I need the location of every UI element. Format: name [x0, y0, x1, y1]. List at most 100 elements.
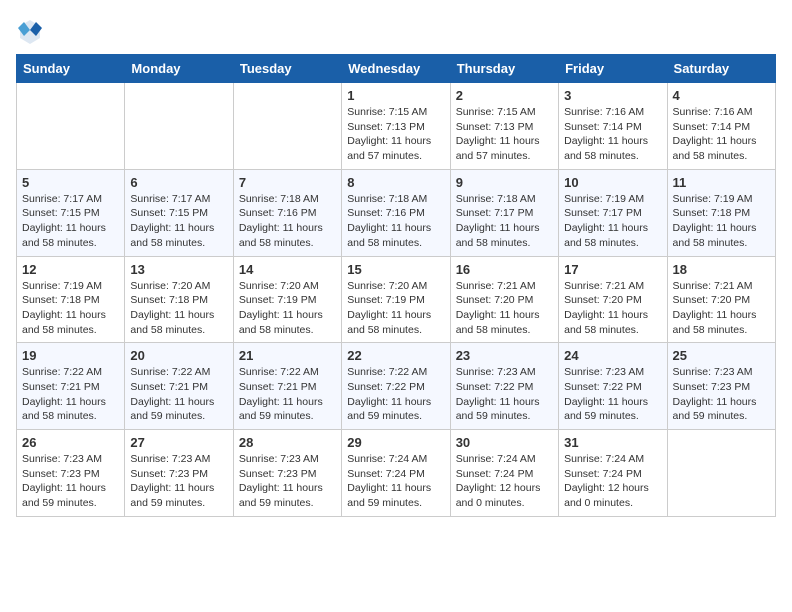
calendar-cell: 14Sunrise: 7:20 AM Sunset: 7:19 PM Dayli…: [233, 256, 341, 343]
calendar-cell: 1 Sunrise: 7:15 AM Sunset: 7:13 PM Daylig…: [342, 83, 450, 170]
calendar-cell: 15 Sunrise: 7:20 AM Sunset: 7:19 PM Dayli…: [342, 256, 450, 343]
calendar-week-1: 1 Sunrise: 7:15 AM Sunset: 7:13 PM Daylig…: [17, 83, 776, 170]
day-number: 24: [564, 348, 661, 363]
calendar-cell: 26 Sunrise: 7:23 AM Sunset: 7:23 PM Dayli…: [17, 430, 125, 517]
day-number: 18: [673, 262, 770, 277]
day-number: 20: [130, 348, 227, 363]
calendar-cell: 17 Sunrise: 7:21 AM Sunset: 7:20 PM Dayli…: [559, 256, 667, 343]
calendar-cell: 22Sunrise: 7:22 AM Sunset: 7:22 PM Dayli…: [342, 343, 450, 430]
day-number: 12: [22, 262, 119, 277]
calendar-cell: 5 Sunrise: 7:17 AM Sunset: 7:15 PM Daylig…: [17, 169, 125, 256]
day-info: Sunrise: 7:16 AM Sunset: 7:14 PM Dayligh…: [564, 105, 661, 164]
day-number: 27: [130, 435, 227, 450]
day-info: Sunrise: 7:20 AM Sunset: 7:18 PM Dayligh…: [130, 279, 227, 338]
day-info: Sunrise: 7:23 AM Sunset: 7:22 PM Dayligh…: [456, 365, 553, 424]
day-info: Sunrise: 7:21 AM Sunset: 7:20 PM Dayligh…: [456, 279, 553, 338]
day-info: Sunrise: 7:18 AM Sunset: 7:16 PM Dayligh…: [239, 192, 336, 251]
calendar-cell: 6Sunrise: 7:17 AM Sunset: 7:15 PM Daylig…: [125, 169, 233, 256]
weekday-header-thursday: Thursday: [450, 55, 558, 83]
day-number: 13: [130, 262, 227, 277]
day-info: Sunrise: 7:21 AM Sunset: 7:20 PM Dayligh…: [673, 279, 770, 338]
day-number: 26: [22, 435, 119, 450]
day-info: Sunrise: 7:23 AM Sunset: 7:23 PM Dayligh…: [673, 365, 770, 424]
calendar-cell: 4 Sunrise: 7:16 AM Sunset: 7:14 PM Daylig…: [667, 83, 775, 170]
day-info: Sunrise: 7:22 AM Sunset: 7:21 PM Dayligh…: [239, 365, 336, 424]
day-number: 21: [239, 348, 336, 363]
day-number: 3: [564, 88, 661, 103]
day-info: Sunrise: 7:18 AM Sunset: 7:16 PM Dayligh…: [347, 192, 444, 251]
day-info: Sunrise: 7:19 AM Sunset: 7:17 PM Dayligh…: [564, 192, 661, 251]
day-number: 22: [347, 348, 444, 363]
day-number: 7: [239, 175, 336, 190]
calendar-cell: 31Sunrise: 7:24 AM Sunset: 7:24 PM Dayli…: [559, 430, 667, 517]
day-info: Sunrise: 7:16 AM Sunset: 7:14 PM Dayligh…: [673, 105, 770, 164]
calendar-week-5: 26 Sunrise: 7:23 AM Sunset: 7:23 PM Dayli…: [17, 430, 776, 517]
calendar-header-row: SundayMondayTuesdayWednesdayThursdayFrid…: [17, 55, 776, 83]
weekday-header-saturday: Saturday: [667, 55, 775, 83]
calendar-cell: 28 Sunrise: 7:23 AM Sunset: 7:23 PM Dayli…: [233, 430, 341, 517]
day-info: Sunrise: 7:23 AM Sunset: 7:23 PM Dayligh…: [22, 452, 119, 511]
day-number: 17: [564, 262, 661, 277]
day-number: 19: [22, 348, 119, 363]
day-info: Sunrise: 7:19 AM Sunset: 7:18 PM Dayligh…: [22, 279, 119, 338]
day-info: Sunrise: 7:20 AM Sunset: 7:19 PM Dayligh…: [347, 279, 444, 338]
calendar-cell: 16 Sunrise: 7:21 AM Sunset: 7:20 PM Dayli…: [450, 256, 558, 343]
page-header: [16, 16, 776, 44]
logo: [16, 16, 48, 44]
calendar-cell: 3 Sunrise: 7:16 AM Sunset: 7:14 PM Daylig…: [559, 83, 667, 170]
calendar-cell: 21 Sunrise: 7:22 AM Sunset: 7:21 PM Dayli…: [233, 343, 341, 430]
day-number: 1: [347, 88, 444, 103]
weekday-header-wednesday: Wednesday: [342, 55, 450, 83]
day-info: Sunrise: 7:24 AM Sunset: 7:24 PM Dayligh…: [456, 452, 553, 511]
day-info: Sunrise: 7:21 AM Sunset: 7:20 PM Dayligh…: [564, 279, 661, 338]
calendar-cell: 23 Sunrise: 7:23 AM Sunset: 7:22 PM Dayli…: [450, 343, 558, 430]
calendar-cell: [125, 83, 233, 170]
day-number: 28: [239, 435, 336, 450]
calendar-cell: [17, 83, 125, 170]
day-number: 4: [673, 88, 770, 103]
calendar-cell: 18 Sunrise: 7:21 AM Sunset: 7:20 PM Dayli…: [667, 256, 775, 343]
calendar-cell: 7 Sunrise: 7:18 AM Sunset: 7:16 PM Daylig…: [233, 169, 341, 256]
day-number: 8: [347, 175, 444, 190]
day-info: Sunrise: 7:15 AM Sunset: 7:13 PM Dayligh…: [456, 105, 553, 164]
calendar-cell: 19Sunrise: 7:22 AM Sunset: 7:21 PM Dayli…: [17, 343, 125, 430]
day-number: 23: [456, 348, 553, 363]
day-info: Sunrise: 7:15 AM Sunset: 7:13 PM Dayligh…: [347, 105, 444, 164]
calendar-cell: 12 Sunrise: 7:19 AM Sunset: 7:18 PM Dayli…: [17, 256, 125, 343]
calendar-cell: 27Sunrise: 7:23 AM Sunset: 7:23 PM Dayli…: [125, 430, 233, 517]
calendar-cell: [233, 83, 341, 170]
day-number: 11: [673, 175, 770, 190]
day-info: Sunrise: 7:19 AM Sunset: 7:18 PM Dayligh…: [673, 192, 770, 251]
calendar-week-3: 12 Sunrise: 7:19 AM Sunset: 7:18 PM Dayli…: [17, 256, 776, 343]
day-number: 31: [564, 435, 661, 450]
day-info: Sunrise: 7:17 AM Sunset: 7:15 PM Dayligh…: [130, 192, 227, 251]
day-info: Sunrise: 7:18 AM Sunset: 7:17 PM Dayligh…: [456, 192, 553, 251]
day-number: 15: [347, 262, 444, 277]
logo-icon: [16, 16, 44, 44]
day-info: Sunrise: 7:23 AM Sunset: 7:22 PM Dayligh…: [564, 365, 661, 424]
day-number: 16: [456, 262, 553, 277]
calendar-cell: 30Sunrise: 7:24 AM Sunset: 7:24 PM Dayli…: [450, 430, 558, 517]
weekday-header-monday: Monday: [125, 55, 233, 83]
calendar-cell: [667, 430, 775, 517]
weekday-header-sunday: Sunday: [17, 55, 125, 83]
calendar-cell: 24 Sunrise: 7:23 AM Sunset: 7:22 PM Dayli…: [559, 343, 667, 430]
calendar-cell: 25Sunrise: 7:23 AM Sunset: 7:23 PM Dayli…: [667, 343, 775, 430]
calendar-cell: 20 Sunrise: 7:22 AM Sunset: 7:21 PM Dayli…: [125, 343, 233, 430]
day-number: 14: [239, 262, 336, 277]
calendar-week-4: 19 Sunrise: 7:22 AM Sunset: 7:21 PM Dayli…: [17, 343, 776, 430]
day-number: 29: [347, 435, 444, 450]
calendar-cell: 11 Sunrise: 7:19 AM Sunset: 7:18 PM Dayli…: [667, 169, 775, 256]
day-number: 5: [22, 175, 119, 190]
day-info: Sunrise: 7:17 AM Sunset: 7:15 PM Dayligh…: [22, 192, 119, 251]
calendar-cell: 2Sunrise: 7:15 AM Sunset: 7:13 PM Daylig…: [450, 83, 558, 170]
weekday-header-friday: Friday: [559, 55, 667, 83]
calendar-cell: 9 Sunrise: 7:18 AM Sunset: 7:17 PM Daylig…: [450, 169, 558, 256]
day-info: Sunrise: 7:23 AM Sunset: 7:23 PM Dayligh…: [239, 452, 336, 511]
weekday-header-tuesday: Tuesday: [233, 55, 341, 83]
day-number: 9: [456, 175, 553, 190]
day-number: 10: [564, 175, 661, 190]
day-info: Sunrise: 7:22 AM Sunset: 7:21 PM Dayligh…: [130, 365, 227, 424]
calendar-cell: 13 Sunrise: 7:20 AM Sunset: 7:18 PM Dayli…: [125, 256, 233, 343]
calendar-cell: 8 Sunrise: 7:18 AM Sunset: 7:16 PM Daylig…: [342, 169, 450, 256]
